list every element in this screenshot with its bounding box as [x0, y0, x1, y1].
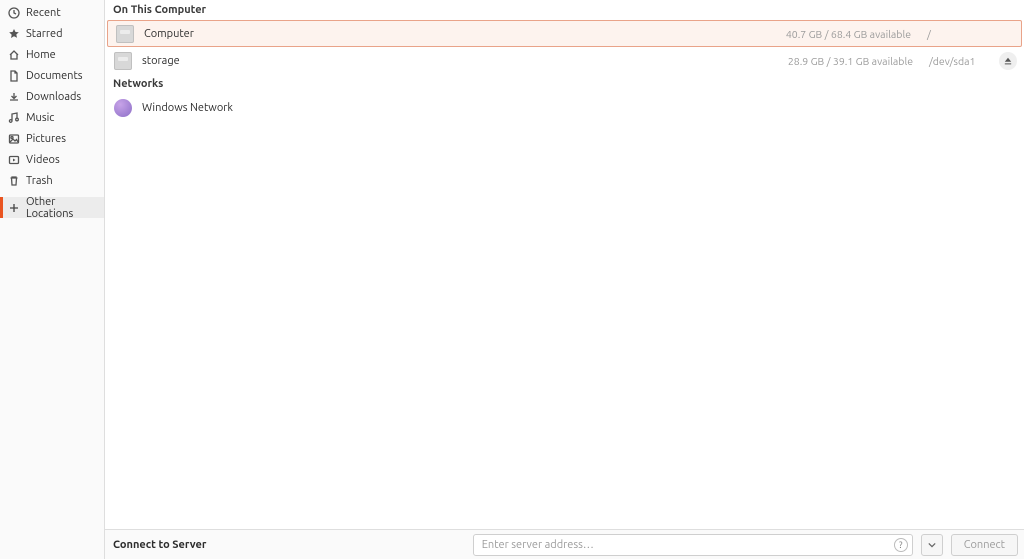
location-storage-meta: 40.7 GB / 68.4 GB available: [786, 28, 911, 40]
location-storage-meta: 28.9 GB / 39.1 GB available: [788, 55, 913, 67]
sidebar-item-label: Videos: [26, 154, 60, 166]
location-row-windows-network[interactable]: Windows Network: [105, 94, 1024, 121]
sidebar-item-other-locations[interactable]: Other Locations: [0, 197, 104, 218]
help-icon[interactable]: ?: [894, 538, 908, 552]
sidebar-item-label: Trash: [26, 175, 53, 187]
sidebar-item-starred[interactable]: Starred: [0, 23, 104, 44]
home-icon: [8, 49, 20, 61]
sidebar-item-label: Home: [26, 49, 56, 61]
server-history-button[interactable]: [921, 534, 943, 556]
videos-icon: [8, 154, 20, 166]
star-icon: [8, 28, 20, 40]
section-header-computer: On This Computer: [105, 0, 1024, 20]
sidebar-item-videos[interactable]: Videos: [0, 149, 104, 170]
sidebar-item-music[interactable]: Music: [0, 107, 104, 128]
downloads-icon: [8, 91, 20, 103]
plus-icon: [8, 202, 20, 214]
hard-disk-icon: [114, 52, 132, 70]
places-list: Recent Starred Home Documents: [0, 0, 104, 218]
documents-icon: [8, 70, 20, 82]
location-row-computer[interactable]: Computer 40.7 GB / 68.4 GB available /: [107, 20, 1022, 47]
sidebar-item-label: Music: [26, 112, 54, 124]
sidebar-item-label: Documents: [26, 70, 83, 82]
main-pane: On This Computer Computer 40.7 GB / 68.4…: [105, 0, 1024, 559]
sidebar-item-label: Starred: [26, 28, 63, 40]
pictures-icon: [8, 133, 20, 145]
trash-icon: [8, 175, 20, 187]
location-label: Computer: [144, 28, 194, 40]
sidebar-item-label: Other Locations: [26, 196, 104, 220]
server-address-field-wrap: ?: [473, 534, 913, 556]
server-address-input[interactable]: [480, 538, 894, 552]
location-path: /dev/sda1: [929, 55, 985, 67]
network-icon: [114, 99, 132, 117]
connect-to-server-label: Connect to Server: [113, 539, 206, 551]
location-label: storage: [142, 55, 180, 67]
connect-to-server-bar: Connect to Server ? Connect: [105, 529, 1024, 559]
location-path: /: [927, 28, 983, 40]
sidebar-item-trash[interactable]: Trash: [0, 170, 104, 191]
location-label: Windows Network: [142, 102, 233, 114]
hard-disk-icon: [116, 25, 134, 43]
sidebar-item-label: Downloads: [26, 91, 81, 103]
sidebar-item-recent[interactable]: Recent: [0, 2, 104, 23]
sidebar-item-home[interactable]: Home: [0, 44, 104, 65]
sidebar: Recent Starred Home Documents: [0, 0, 105, 559]
connect-button[interactable]: Connect: [951, 534, 1018, 556]
sidebar-item-pictures[interactable]: Pictures: [0, 128, 104, 149]
sidebar-item-label: Pictures: [26, 133, 66, 145]
music-icon: [8, 112, 20, 124]
location-row-storage[interactable]: storage 28.9 GB / 39.1 GB available /dev…: [105, 47, 1024, 74]
sidebar-item-documents[interactable]: Documents: [0, 65, 104, 86]
section-header-networks: Networks: [105, 74, 1024, 94]
eject-button[interactable]: [999, 52, 1017, 70]
sidebar-item-downloads[interactable]: Downloads: [0, 86, 104, 107]
sidebar-item-label: Recent: [26, 7, 61, 19]
clock-icon: [8, 7, 20, 19]
